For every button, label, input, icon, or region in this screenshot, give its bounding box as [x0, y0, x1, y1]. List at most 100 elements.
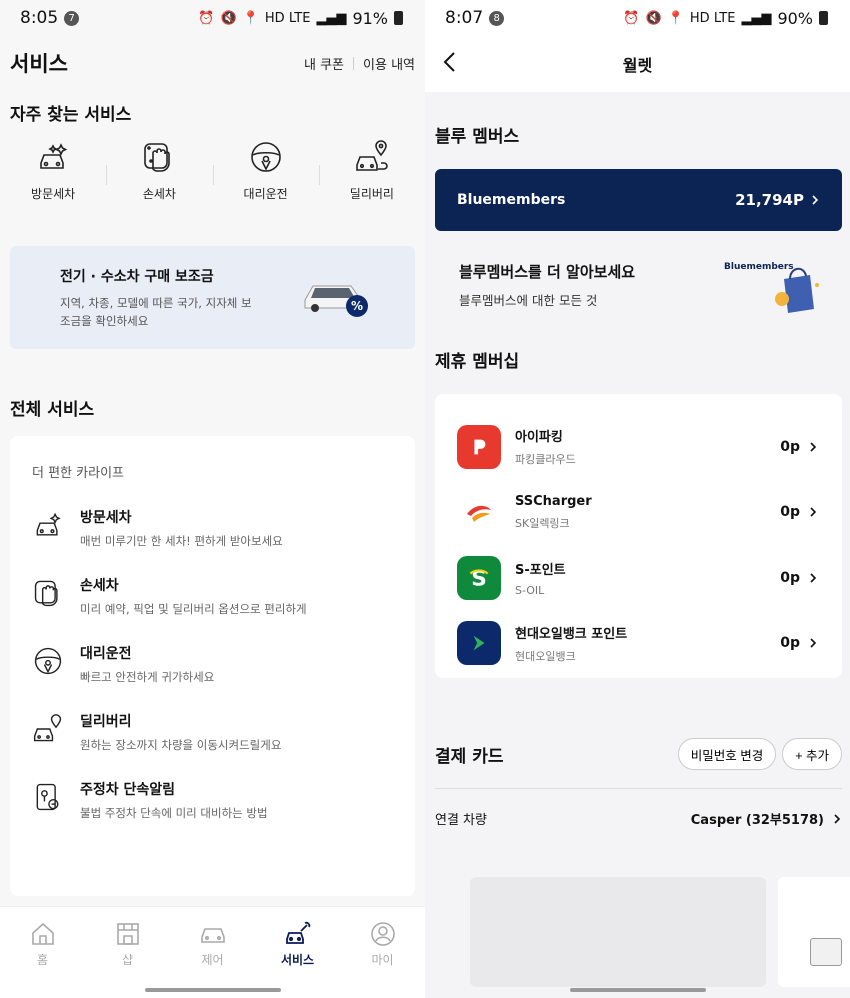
partner-provider: 현대오일뱅크 — [515, 649, 576, 663]
payment-card-placeholder[interactable] — [470, 877, 766, 987]
network-label: HD LTE — [264, 10, 311, 26]
mute-icon: 🔇 — [220, 10, 237, 26]
partner-row-hyundai-oilbank[interactable]: 현대오일뱅크 포인트 현대오일뱅크 0p — [457, 611, 818, 677]
status-bar: 8:07 8 ⏰ 🔇 📍 HD LTE ▂▄▆ 90% — [425, 0, 850, 36]
profile-icon — [370, 922, 395, 946]
mute-icon: 🔇 — [645, 10, 662, 26]
payment-card-title: 결제 카드 — [435, 746, 504, 767]
points-value: 0p — [780, 635, 800, 652]
add-card-button[interactable]: + 추가 — [782, 738, 842, 770]
tab-services[interactable]: 서비스 — [255, 921, 340, 998]
service-row-parking-alert[interactable]: 주정차 단속알림 불법 주정차 단속에 미리 대비하는 방법 — [32, 779, 415, 821]
bluemembers-points: 21,794P — [735, 191, 820, 209]
partner-name: 아이파킹 — [515, 430, 563, 446]
service-desc: 빠르고 안전하게 귀가하세요 — [80, 670, 215, 684]
services-wrench-car-icon — [285, 921, 310, 944]
service-row-delivery[interactable]: 딜리버리 원하는 장소까지 차량을 이동시켜드릴게요 — [32, 711, 415, 753]
tab-my[interactable]: 마이 — [340, 921, 425, 998]
change-password-button[interactable]: 비밀번호 변경 — [677, 738, 777, 770]
all-services-card: 더 편한 카라이프 방문세차 매번 미루기만 한 세차! 편하게 받아보세요 손… — [10, 436, 415, 896]
quick-label: 대리운전 — [243, 187, 288, 201]
shop-icon — [116, 923, 139, 945]
quick-delivery[interactable]: 딜리버리 — [318, 139, 425, 202]
service-desc: 원하는 장소까지 차량을 이동시켜드릴게요 — [80, 738, 282, 752]
card-chip-icon — [810, 938, 842, 966]
alarm-icon: ⏰ — [623, 10, 640, 26]
service-desc: 매번 미루기만 한 세차! 편하게 받아보세요 — [80, 534, 283, 548]
notification-count-badge: 8 — [489, 10, 505, 26]
service-name: 방문세차 — [80, 510, 132, 526]
vehicle-name: Casper (32부5178) — [690, 813, 824, 828]
partner-name: SSCharger — [515, 493, 592, 509]
iparking-logo-icon — [457, 424, 501, 469]
points-value: 0p — [780, 438, 800, 455]
bluemembers-info-banner[interactable]: 블루멤버스를 더 알아보세요 블루멤버스에 대한 모든 것 Bluemember… — [435, 231, 842, 341]
home-icon — [31, 922, 54, 945]
clock: 8:07 — [445, 8, 484, 28]
tab-home[interactable]: 홈 — [0, 921, 85, 998]
partner-row-spoint[interactable]: S S-포인트 S-OIL 0p — [457, 545, 818, 611]
my-coupon-link[interactable]: 내 쿠폰 — [304, 54, 344, 73]
signal-icon: ▂▄▆ — [741, 10, 772, 26]
chevron-right-icon — [810, 638, 817, 648]
chevron-right-icon — [812, 195, 819, 205]
location-icon: 📍 — [242, 10, 259, 26]
partner-membership-card: 아이파킹파킹클라우드 0p SSCharger SK일렉링크 0p S S-포인트… — [435, 394, 842, 678]
tab-shop[interactable]: 샵 — [85, 921, 170, 998]
battery-icon — [394, 11, 403, 25]
partner-name: S-포인트 — [515, 562, 566, 578]
service-desc: 미리 예약, 픽업 및 딜리버리 옵션으로 편리하게 — [80, 602, 307, 616]
status-bar: 8:05 7 ⏰ 🔇 📍 HD LTE ▂▄▆ 91% — [0, 0, 425, 36]
service-row-visit-wash[interactable]: 방문세차 매번 미루기만 한 세차! 편하게 받아보세요 — [32, 507, 415, 549]
partner-provider: 파킹클라우드 — [515, 453, 576, 467]
delivery-pin-icon — [356, 140, 388, 171]
partner-provider: S-OIL — [515, 583, 545, 597]
link-divider — [353, 56, 355, 70]
services-screen: 8:05 7 ⏰ 🔇 📍 HD LTE ▂▄▆ 91% 서비스 내 쿠폰 이용 … — [0, 0, 425, 998]
network-label: HD LTE — [689, 10, 736, 26]
usage-history-link[interactable]: 이용 내역 — [363, 54, 415, 73]
header-links: 내 쿠폰 이용 내역 — [304, 54, 415, 73]
partner-row-iparking[interactable]: 아이파킹파킹클라우드 0p — [457, 414, 818, 480]
service-desc: 불법 주정차 단속에 미리 대비하는 방법 — [80, 806, 268, 820]
sk-logo-icon — [457, 490, 501, 535]
clock: 8:05 — [20, 8, 59, 28]
linked-vehicle-value: Casper (32부5178) — [691, 809, 842, 828]
tab-label: 서비스 — [280, 953, 315, 967]
back-arrow-icon[interactable] — [439, 50, 463, 74]
chevron-right-icon — [810, 573, 817, 583]
tab-control[interactable]: 제어 — [170, 921, 255, 998]
quick-label: 딜리버리 — [349, 187, 394, 201]
bluemembers-points-card[interactable]: Bluemembers 21,794P — [435, 169, 842, 231]
payment-actions: 비밀번호 변경 + 추가 — [677, 738, 842, 770]
quick-visit-wash[interactable]: 방문세차 — [0, 139, 106, 202]
divider — [435, 788, 842, 789]
frequent-services-grid: 방문세차 손세차 대리운전 딜리버리 — [0, 139, 425, 202]
chevron-right-icon — [810, 507, 817, 517]
steering-wheel-icon — [34, 647, 62, 675]
delivery-pin-icon — [33, 714, 62, 742]
car-wash-visit-icon — [36, 512, 61, 536]
payment-card-next[interactable] — [778, 877, 850, 987]
parking-alert-icon — [36, 783, 59, 811]
subsidy-promo-banner[interactable]: 전기 · 수소차 구매 보조금 지역, 차종, 모델에 따른 국가, 지자체 보… — [10, 246, 415, 349]
battery-percent: 91% — [352, 8, 388, 28]
service-row-valet[interactable]: 대리운전 빠르고 안전하게 귀가하세요 — [32, 643, 415, 685]
quick-valet-driving[interactable]: 대리운전 — [212, 139, 319, 202]
shopping-bag-icon: Bluemembers — [724, 262, 819, 313]
service-row-hand-wash[interactable]: 손세차 미리 예약, 픽업 및 딜리버리 옵션으로 편리하게 — [32, 575, 415, 617]
partner-row-sscharger[interactable]: SSCharger SK일렉링크 0p — [457, 480, 818, 546]
promo-description: 지역, 차종, 모델에 따른 국가, 지자체 보조금을 확인하세요 — [60, 296, 252, 328]
quick-label: 손세차 — [142, 187, 176, 201]
service-name: 대리운전 — [80, 646, 132, 662]
quick-hand-wash[interactable]: 손세차 — [106, 139, 212, 202]
points-value: 0p — [780, 504, 800, 521]
frequent-services-title: 자주 찾는 서비스 — [10, 105, 132, 125]
service-name: 주정차 단속알림 — [80, 782, 176, 798]
status-time: 8:07 8 — [445, 8, 505, 28]
points-value: 0p — [780, 569, 800, 586]
linked-vehicle-row[interactable]: 연결 차량 Casper (32부5178) — [425, 809, 850, 828]
bluemembers-logo: Bluemembers — [457, 192, 566, 208]
s-oil-logo-icon: S — [457, 555, 501, 600]
page-title: 서비스 — [10, 52, 68, 76]
